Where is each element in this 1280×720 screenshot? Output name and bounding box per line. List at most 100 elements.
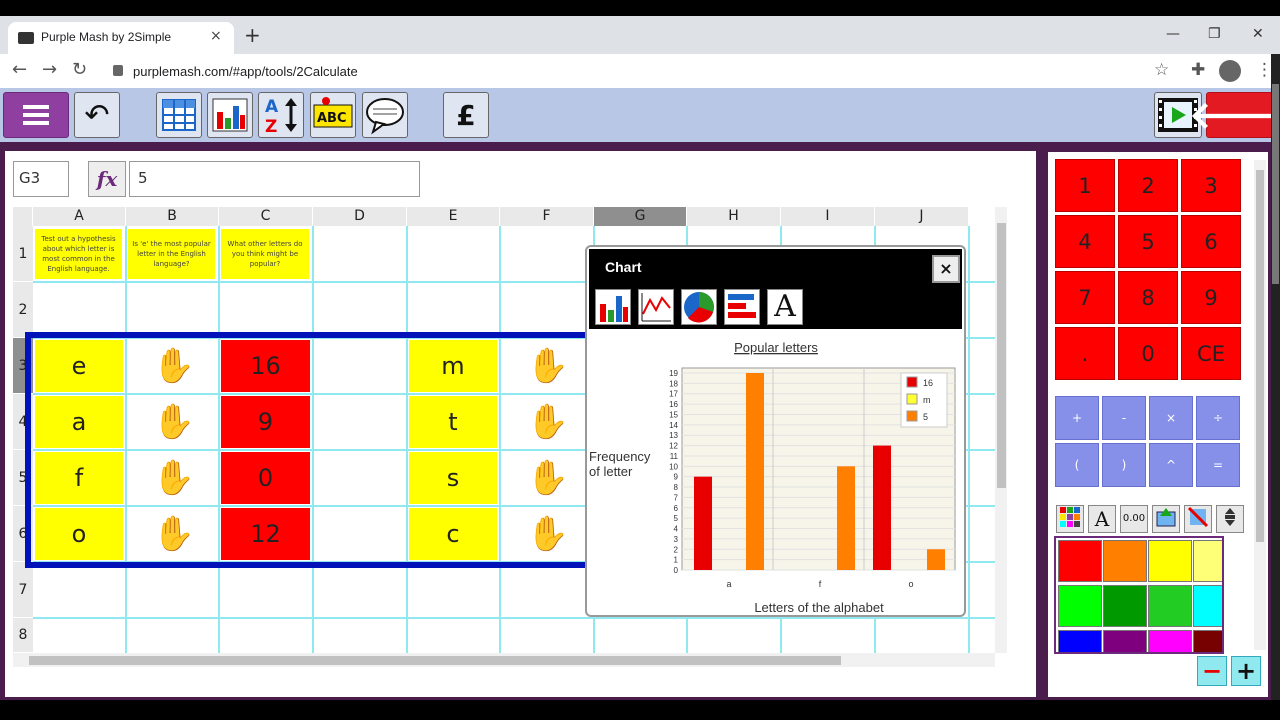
- calculator-scroll-thumb[interactable]: [1256, 170, 1264, 542]
- row-header[interactable]: 8: [13, 618, 33, 653]
- keypad-key[interactable]: 8: [1118, 271, 1178, 324]
- operator-key[interactable]: ÷: [1196, 396, 1240, 440]
- colour-swatch[interactable]: [1193, 630, 1222, 652]
- column-header[interactable]: C: [219, 207, 313, 226]
- chart-tool-button[interactable]: [207, 92, 253, 138]
- legend-swatch: [906, 376, 918, 388]
- keypad-key[interactable]: 7: [1055, 271, 1115, 324]
- browser-tab[interactable]: Purple Mash by 2Simple ×: [8, 22, 234, 54]
- column-header[interactable]: F: [500, 207, 594, 226]
- sheet-vertical-scrollbar[interactable]: [995, 207, 1007, 653]
- spin-tool-button[interactable]: ABC: [310, 92, 356, 138]
- address-bar[interactable]: purplemash.com/#app/tools/2Calculate: [133, 64, 358, 79]
- keypad-key[interactable]: 9: [1181, 271, 1241, 324]
- sheet-vertical-scroll-thumb[interactable]: [997, 223, 1006, 488]
- window-close-button[interactable]: ✕: [1252, 26, 1264, 42]
- cell-colour-tool[interactable]: [1056, 505, 1084, 533]
- restore-button[interactable]: ❐: [1208, 26, 1221, 42]
- operator-key[interactable]: +: [1055, 396, 1099, 440]
- new-tab-button[interactable]: +: [244, 25, 261, 45]
- main-menu-button[interactable]: [3, 92, 69, 138]
- colour-swatch[interactable]: [1148, 585, 1192, 627]
- image-tool[interactable]: [1152, 505, 1180, 533]
- minimize-button[interactable]: —: [1166, 26, 1180, 42]
- zoom-in-button[interactable]: +: [1231, 656, 1261, 686]
- colour-swatch[interactable]: [1193, 540, 1222, 582]
- reload-icon[interactable]: ↻: [72, 61, 87, 79]
- profile-avatar[interactable]: [1219, 60, 1241, 82]
- column-header[interactable]: B: [126, 207, 219, 226]
- zoom-out-button[interactable]: −: [1197, 656, 1227, 686]
- colour-swatch[interactable]: [1058, 540, 1102, 582]
- chart-text-button[interactable]: A: [767, 289, 803, 325]
- colour-swatch[interactable]: [1103, 630, 1147, 652]
- sheet-horizontal-scroll-thumb[interactable]: [29, 656, 841, 665]
- colour-swatch[interactable]: [1148, 540, 1192, 582]
- keypad-key[interactable]: 3: [1181, 159, 1241, 212]
- column-header[interactable]: J: [875, 207, 969, 226]
- clear-format-tool[interactable]: [1184, 505, 1212, 533]
- keypad-key[interactable]: CE: [1181, 327, 1241, 380]
- keypad-key[interactable]: 0: [1118, 327, 1178, 380]
- tab-close-icon[interactable]: ×: [210, 28, 222, 44]
- keypad-key[interactable]: 4: [1055, 215, 1115, 268]
- colour-swatch[interactable]: [1193, 585, 1222, 627]
- column-header[interactable]: E: [407, 207, 500, 226]
- operator-key[interactable]: ^: [1149, 443, 1193, 487]
- pie-chart-type-icon: [684, 292, 714, 323]
- bookmark-star-icon[interactable]: ☆: [1154, 61, 1169, 79]
- page-scrollbar[interactable]: [1271, 54, 1280, 700]
- cell-size-tool[interactable]: [1216, 505, 1244, 533]
- currency-button[interactable]: £: [443, 92, 489, 138]
- calculator-scrollbar[interactable]: [1254, 160, 1266, 650]
- formula-button[interactable]: fx: [88, 161, 126, 197]
- operator-key[interactable]: ×: [1149, 396, 1193, 440]
- y-tick-label: 4: [674, 525, 679, 534]
- decimal-places-tool[interactable]: 0.00: [1120, 505, 1148, 533]
- cell-reference-box[interactable]: G3: [13, 161, 69, 197]
- colour-swatch[interactable]: [1103, 540, 1147, 582]
- column-header[interactable]: A: [33, 207, 126, 226]
- operator-key[interactable]: (: [1055, 443, 1099, 487]
- operator-key[interactable]: -: [1102, 396, 1146, 440]
- horizontal-bar-type-button[interactable]: [724, 289, 760, 325]
- operator-key[interactable]: ): [1102, 443, 1146, 487]
- keypad-key[interactable]: 2: [1118, 159, 1178, 212]
- keypad-key[interactable]: .: [1055, 327, 1115, 380]
- colour-swatch[interactable]: [1058, 630, 1102, 652]
- line-chart-type-button[interactable]: [638, 289, 674, 325]
- table-tool-button[interactable]: [156, 92, 202, 138]
- speech-tool-button[interactable]: [362, 92, 408, 138]
- formula-input[interactable]: 5: [129, 161, 420, 197]
- keypad-key[interactable]: 5: [1118, 215, 1178, 268]
- column-header[interactable]: I: [781, 207, 875, 226]
- operator-key[interactable]: =: [1196, 443, 1240, 487]
- row-header[interactable]: 2: [13, 282, 33, 338]
- grid-row-line: [33, 617, 995, 619]
- sheet-horizontal-scrollbar[interactable]: [13, 653, 995, 667]
- chart-close-button[interactable]: ×: [932, 255, 960, 283]
- back-arrow-icon[interactable]: ←: [12, 61, 27, 79]
- column-header[interactable]: D: [313, 207, 407, 226]
- forward-arrow-icon[interactable]: →: [42, 61, 57, 79]
- undo-button[interactable]: ↶: [74, 92, 120, 138]
- colour-swatch[interactable]: [1148, 630, 1192, 652]
- y-tick-label: 2: [674, 545, 679, 554]
- page-scroll-thumb[interactable]: [1272, 84, 1279, 284]
- row-header[interactable]: 7: [13, 562, 33, 618]
- column-header[interactable]: H: [687, 207, 781, 226]
- keypad-key[interactable]: 1: [1055, 159, 1115, 212]
- extensions-icon[interactable]: ✚: [1191, 61, 1205, 79]
- column-header[interactable]: G: [594, 207, 687, 226]
- row-header[interactable]: 1: [13, 226, 33, 282]
- colour-swatch[interactable]: [1103, 585, 1147, 627]
- keypad-key[interactable]: 6: [1181, 215, 1241, 268]
- exit-back-button[interactable]: 🡐: [1189, 92, 1280, 138]
- chart-dialog-titlebar[interactable]: Chart ×: [589, 249, 962, 285]
- y-tick-label: 9: [674, 473, 679, 482]
- colour-swatch[interactable]: [1058, 585, 1102, 627]
- font-tool[interactable]: A: [1088, 505, 1116, 533]
- pie-chart-type-button[interactable]: [681, 289, 717, 325]
- sort-tool-button[interactable]: A Z: [258, 92, 304, 138]
- bar-chart-type-button[interactable]: [595, 289, 631, 325]
